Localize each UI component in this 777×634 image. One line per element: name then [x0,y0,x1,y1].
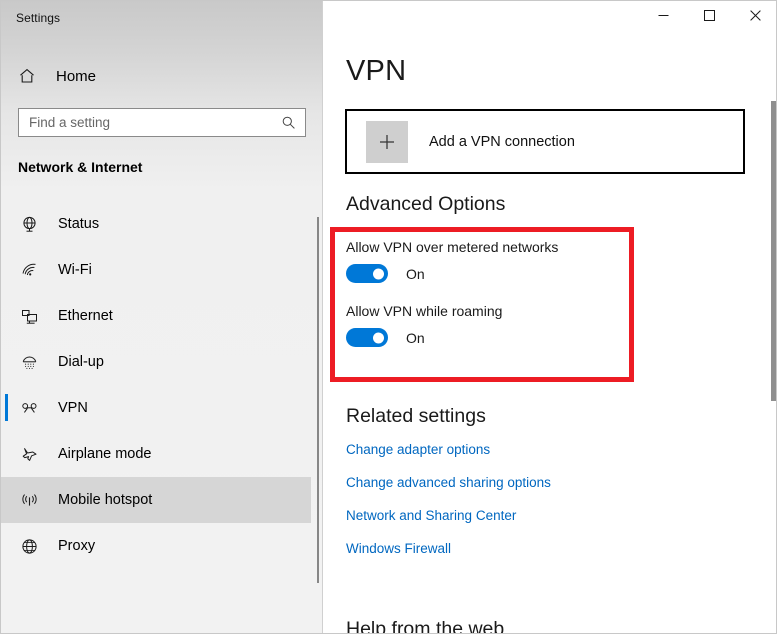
toggle-label: Allow VPN while roaming [346,303,502,319]
sidebar-scrollbar[interactable] [317,217,319,583]
sidebar-item-status[interactable]: Status [1,201,311,247]
vpn-key-icon [16,395,42,421]
sidebar-titlebar[interactable]: Settings [1,1,323,41]
sidebar-item-label: Proxy [58,538,95,554]
selection-accent-bar [5,394,8,421]
toggle-row: On [346,328,502,347]
toggle-state-label: On [406,266,425,282]
window-title: Settings [16,11,60,25]
minimize-button[interactable] [640,1,686,33]
help-from-web-heading: Help from the web [346,618,504,634]
airplane-icon [16,441,42,467]
maximize-icon [704,8,715,26]
close-icon [750,8,761,26]
search-input[interactable] [29,115,269,130]
sidebar-item-label: Mobile hotspot [58,492,152,508]
home-icon [15,64,39,88]
ethernet-icon [16,303,42,329]
link-change-adapter-options[interactable]: Change adapter options [346,442,490,457]
plus-icon [366,121,408,163]
sidebar: Settings Home Network & Internet [1,1,323,634]
toggle-state-label: On [406,330,425,346]
toggle-knob [373,268,384,279]
window-controls [640,1,777,33]
toggle-group-metered-networks: Allow VPN over metered networks On [346,239,558,283]
related-settings-links: Change adapter options Change advanced s… [346,442,726,574]
minimize-icon [658,8,669,26]
add-vpn-connection-label: Add a VPN connection [429,134,575,150]
sidebar-item-ethernet[interactable]: Ethernet [1,293,311,339]
sidebar-item-mobile-hotspot[interactable]: Mobile hotspot [1,477,311,523]
related-settings-heading: Related settings [346,405,486,428]
status-globe-icon [16,211,42,237]
proxy-globe-icon [16,533,42,559]
close-button[interactable] [732,1,777,33]
sidebar-item-label: Ethernet [58,308,113,324]
sidebar-home-label: Home [56,68,96,85]
sidebar-item-wifi[interactable]: Wi-Fi [1,247,311,293]
sidebar-item-airplane-mode[interactable]: Airplane mode [1,431,311,477]
settings-window: Settings Home Network & Internet [0,0,777,634]
toggle-label: Allow VPN over metered networks [346,239,558,255]
allow-vpn-over-metered-networks-toggle[interactable] [346,264,388,283]
sidebar-item-label: Airplane mode [58,446,152,462]
sidebar-item-vpn[interactable]: VPN [1,385,311,431]
toggle-row: On [346,264,558,283]
search-icon[interactable] [280,115,296,131]
search-box[interactable] [18,108,306,137]
advanced-options-heading: Advanced Options [346,193,505,216]
sidebar-item-label: Status [58,216,99,232]
toggle-knob [373,332,384,343]
page-title: VPN [346,55,406,88]
sidebar-item-label: VPN [58,400,88,416]
allow-vpn-while-roaming-toggle[interactable] [346,328,388,347]
sidebar-item-dialup[interactable]: Dial-up [1,339,311,385]
wifi-icon [16,257,42,283]
add-vpn-connection-button[interactable]: Add a VPN connection [345,109,745,174]
mobile-hotspot-icon [16,487,42,513]
sidebar-nav: Status Wi-Fi [1,201,311,569]
maximize-button[interactable] [686,1,732,33]
sidebar-item-label: Dial-up [58,354,104,370]
main-content: VPN Add a VPN connection Advanced Option… [324,1,777,634]
link-windows-firewall[interactable]: Windows Firewall [346,541,451,556]
sidebar-item-proxy[interactable]: Proxy [1,523,311,569]
link-change-advanced-sharing-options[interactable]: Change advanced sharing options [346,475,551,490]
dialup-modem-icon [16,349,42,375]
sidebar-item-label: Wi-Fi [58,262,92,278]
sidebar-item-home[interactable]: Home [1,59,311,93]
sidebar-category-title: Network & Internet [18,159,142,175]
main-scrollbar-thumb[interactable] [771,101,776,401]
toggle-group-roaming: Allow VPN while roaming On [346,303,502,347]
link-network-and-sharing-center[interactable]: Network and Sharing Center [346,508,516,523]
